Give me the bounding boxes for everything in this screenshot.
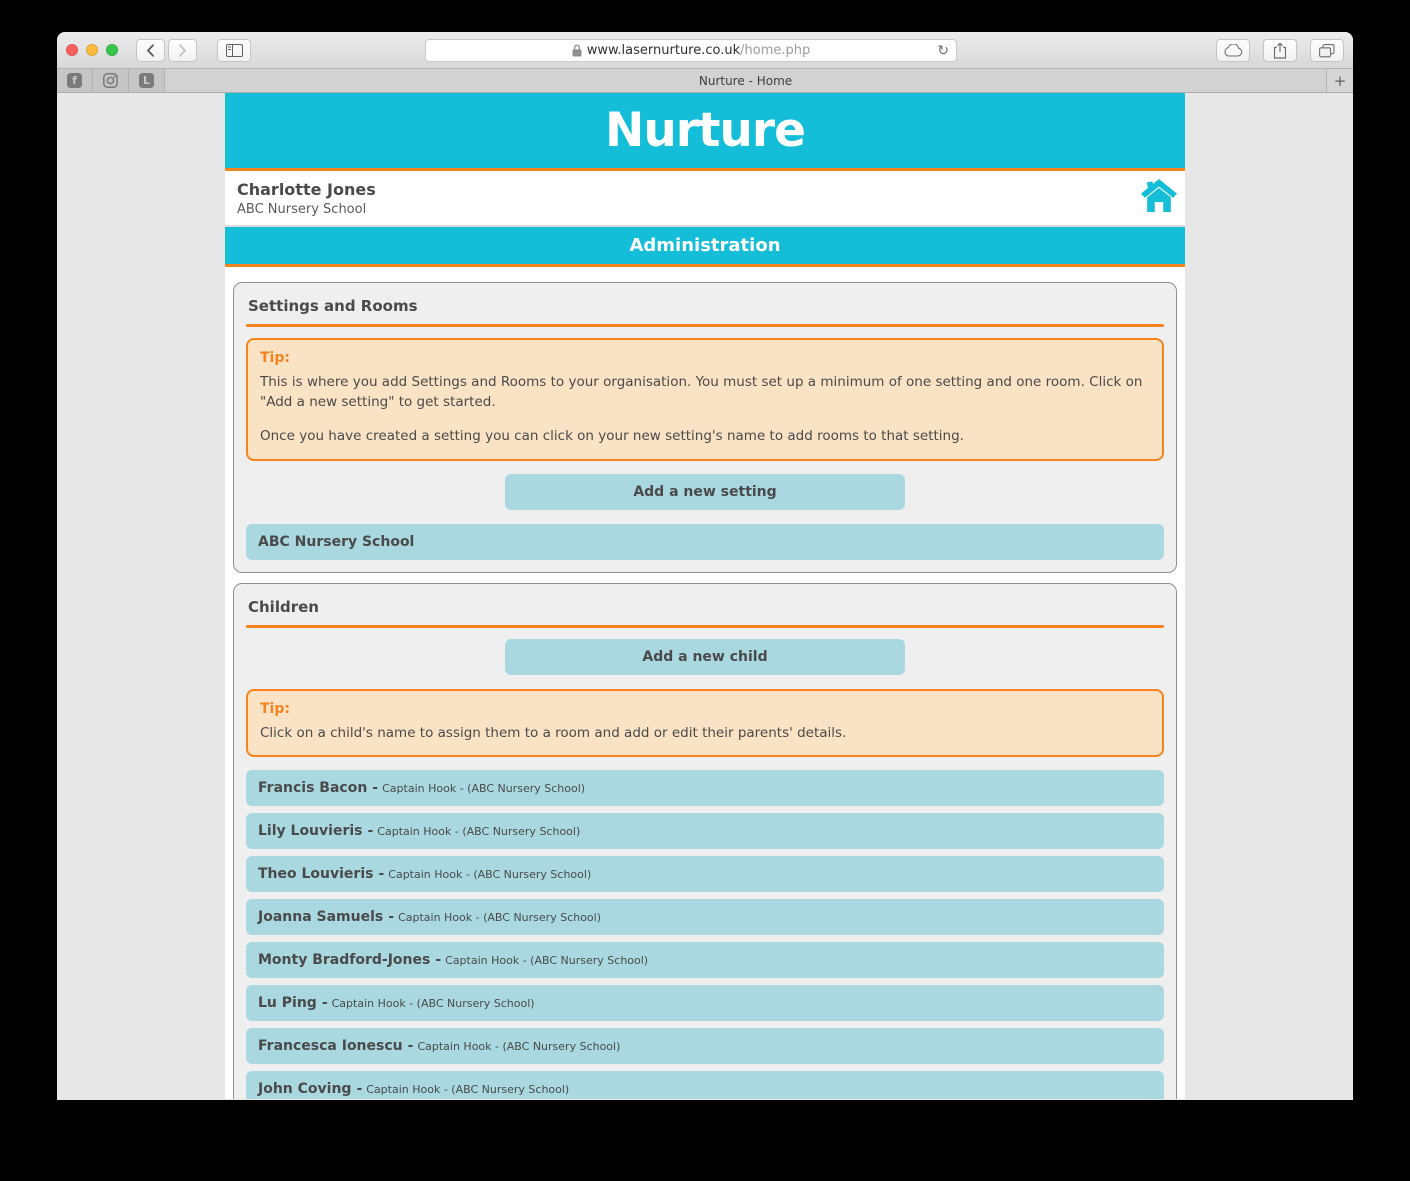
setting-row[interactable]: ABC Nursery School [246, 524, 1164, 560]
tip-label: Tip: [260, 350, 1150, 366]
chevron-left-icon [146, 44, 155, 57]
child-row[interactable]: Lu Ping-Captain Hook - (ABC Nursery Scho… [246, 985, 1164, 1021]
child-row[interactable]: Lily Louvieris-Captain Hook - (ABC Nurse… [246, 813, 1164, 849]
tip-label: Tip: [260, 701, 1150, 717]
fullscreen-window-button[interactable] [106, 44, 118, 56]
pinned-tab-facebook[interactable]: f [57, 69, 93, 92]
sidebar-button[interactable] [217, 39, 251, 62]
user-bar: Charlotte Jones ABC Nursery School [225, 171, 1185, 225]
home-button[interactable] [1140, 178, 1178, 213]
sidebar-icon [226, 44, 243, 57]
admin-nav-bar[interactable]: Administration [225, 227, 1185, 267]
home-icon [1140, 178, 1178, 213]
orange-rule [246, 625, 1164, 628]
safari-window: www.lasernurture.co.uk/home.php ↻ [57, 32, 1353, 1100]
share-icon [1273, 42, 1287, 59]
cloud-icon [1223, 44, 1243, 57]
window-controls [66, 44, 118, 56]
back-button[interactable] [136, 39, 165, 62]
tab-bar: f L Nurture - Home + [57, 69, 1353, 93]
children-tip-box: Tip: Click on a child's name to assign t… [246, 689, 1164, 758]
share-button[interactable] [1263, 39, 1297, 62]
site-header: Nurture [225, 93, 1185, 171]
tab-title: Nurture - Home [699, 74, 792, 88]
new-tab-button[interactable]: + [1326, 69, 1353, 92]
tip-paragraph: Once you have created a setting you can … [260, 427, 1150, 447]
nav-buttons [136, 39, 197, 62]
minimize-window-button[interactable] [86, 44, 98, 56]
forward-button[interactable] [168, 39, 197, 62]
page-content: Nurture Charlotte Jones ABC Nursery Scho… [225, 93, 1185, 1099]
admin-nav-title: Administration [629, 235, 780, 256]
refresh-icon[interactable]: ↻ [937, 44, 949, 58]
children-section: Children Add a new child Tip: Click on a… [233, 583, 1177, 1099]
child-row[interactable]: Monty Bradford-Jones-Captain Hook - (ABC… [246, 942, 1164, 978]
child-row[interactable]: Theo Louvieris-Captain Hook - (ABC Nurse… [246, 856, 1164, 892]
add-child-button[interactable]: Add a new child [505, 639, 905, 675]
icloud-button[interactable] [1216, 39, 1250, 62]
address-bar[interactable]: www.lasernurture.co.uk/home.php ↻ [425, 39, 957, 62]
letter-l-icon: L [139, 73, 154, 88]
orange-rule [246, 324, 1164, 327]
tip-paragraph: Click on a child's name to assign them t… [260, 724, 1150, 744]
user-name: Charlotte Jones [237, 180, 1173, 199]
facebook-icon: f [67, 73, 82, 88]
active-tab[interactable]: Nurture - Home [165, 69, 1326, 92]
child-row[interactable]: John Coving-Captain Hook - (ABC Nursery … [246, 1071, 1164, 1099]
section-title-children: Children [248, 598, 1162, 616]
child-row[interactable]: Francesca Ionescu-Captain Hook - (ABC Nu… [246, 1028, 1164, 1064]
tip-paragraph: This is where you add Settings and Rooms… [260, 373, 1150, 412]
tabs-overview-icon [1319, 44, 1335, 58]
chevron-right-icon [178, 44, 187, 57]
settings-and-rooms-section: Settings and Rooms Tip: This is where yo… [233, 282, 1177, 573]
add-setting-button[interactable]: Add a new setting [505, 474, 905, 510]
section-title-settings: Settings and Rooms [248, 297, 1162, 315]
settings-tip-box: Tip: This is where you add Settings and … [246, 338, 1164, 461]
url-host: www.lasernurture.co.uk [587, 43, 740, 58]
child-row[interactable]: Joanna Samuels-Captain Hook - (ABC Nurse… [246, 899, 1164, 935]
page-viewport: Nurture Charlotte Jones ABC Nursery Scho… [57, 93, 1353, 1099]
instagram-icon [103, 73, 118, 88]
user-organisation: ABC Nursery School [237, 202, 1173, 217]
main-area: Settings and Rooms Tip: This is where yo… [225, 267, 1185, 1099]
pinned-tab-l[interactable]: L [129, 69, 165, 92]
child-row[interactable]: Francis Bacon-Captain Hook - (ABC Nurser… [246, 770, 1164, 806]
url-path: /home.php [740, 43, 810, 58]
lock-icon [572, 44, 582, 57]
site-logo: Nurture [605, 103, 805, 158]
pinned-tab-instagram[interactable] [93, 69, 129, 92]
show-all-tabs-button[interactable] [1310, 39, 1344, 62]
toolbar-right-buttons [1216, 39, 1344, 62]
browser-toolbar: www.lasernurture.co.uk/home.php ↻ [57, 32, 1353, 69]
close-window-button[interactable] [66, 44, 78, 56]
